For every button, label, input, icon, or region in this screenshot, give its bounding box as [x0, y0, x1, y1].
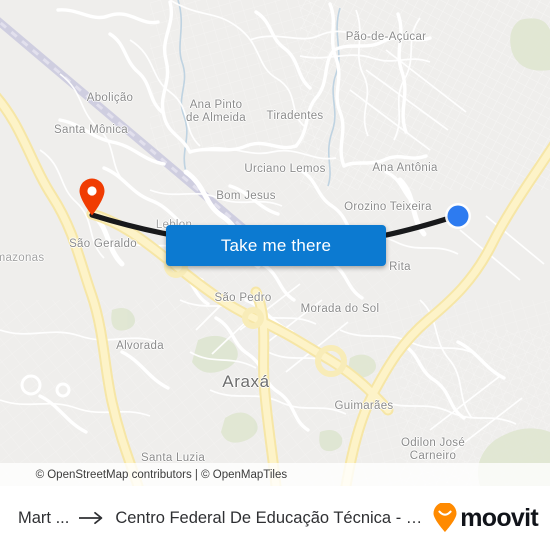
take-me-there-button[interactable]: Take me there [166, 225, 386, 266]
openmaptiles-attribution-link[interactable]: © OpenMapTiles [201, 469, 287, 481]
moovit-pin-icon [433, 503, 457, 532]
map-attribution: © OpenStreetMap contributors | © OpenMap… [0, 463, 550, 486]
osm-attribution-link[interactable]: © OpenStreetMap contributors [36, 469, 192, 481]
route-origin-label: Mart ... [18, 508, 70, 527]
moovit-logo[interactable]: moovit [432, 503, 539, 533]
moovit-route-preview: Pão-de-Açúcar Abolição Ana Pinto de Almeid… [0, 0, 550, 550]
destination-dot-icon[interactable] [444, 202, 472, 230]
origin-pin-icon[interactable] [78, 177, 106, 216]
attribution-separator: | [191, 468, 202, 481]
route-destination-label: Centro Federal De Educação Técnica - Ce.… [115, 508, 425, 527]
route-footer-bar: Mart ... Centro Federal De Educação Técn… [0, 486, 550, 550]
moovit-wordmark: moovit [460, 503, 538, 532]
route-summary[interactable]: Mart ... Centro Federal De Educação Técn… [18, 509, 424, 528]
arrow-right-icon [79, 511, 103, 525]
map-canvas[interactable]: Pão-de-Açúcar Abolição Ana Pinto de Almeid… [0, 0, 550, 486]
